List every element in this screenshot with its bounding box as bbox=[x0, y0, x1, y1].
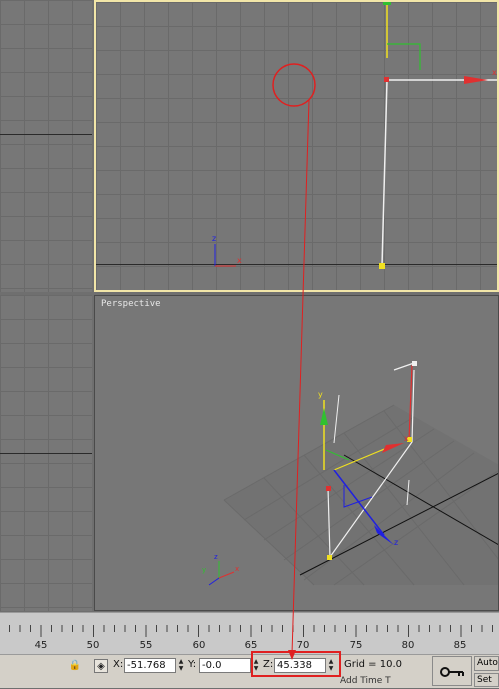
ruler-tick-label: 75 bbox=[349, 640, 363, 651]
left-top-viewport[interactable] bbox=[0, 0, 92, 292]
set-key-mode-button[interactable]: Set bbox=[474, 673, 499, 687]
pivot-point bbox=[384, 77, 389, 82]
gizmo-x-label: x bbox=[492, 68, 497, 77]
grid-major-line bbox=[0, 453, 92, 454]
ruler-tick-label: 65 bbox=[244, 640, 258, 651]
pivot-point bbox=[326, 486, 331, 491]
x-coord-field[interactable]: -51.768 bbox=[124, 658, 176, 673]
vertex-marker bbox=[379, 263, 385, 269]
gizmo-y-arrow bbox=[320, 408, 328, 425]
front-viewport[interactable]: x z x bbox=[94, 0, 499, 292]
left-bottom-viewport[interactable] bbox=[0, 295, 92, 611]
status-bar: 🔒 ◈ X: -51.768 ▲ ▼ Y: -0.0 ▲ ▼ Z: 45.338 ▲… bbox=[0, 654, 499, 688]
gizmo-plane-handle bbox=[387, 43, 421, 70]
y-coord-spinner[interactable]: ▲ ▼ bbox=[252, 658, 260, 673]
auto-key-button[interactable]: Auto bbox=[474, 656, 499, 671]
gizmo-z-label: z bbox=[394, 538, 398, 547]
z-coord-field[interactable]: 45.338 bbox=[274, 658, 326, 673]
axis-icon-z: z bbox=[214, 553, 218, 561]
ruler-tick-label: 55 bbox=[139, 640, 153, 651]
key-icon bbox=[440, 667, 464, 677]
perspective-viewport[interactable]: Perspective y x z z x y bbox=[94, 295, 499, 611]
axis-icon-y: y bbox=[202, 566, 206, 574]
gizmo-y-arrow bbox=[383, 2, 391, 5]
y-coord-label: Y: bbox=[188, 659, 197, 670]
perspective-scene: y x z z x y bbox=[202, 361, 498, 586]
x-coord-spinner[interactable]: ▲ ▼ bbox=[177, 658, 185, 673]
gizmo-x-arrow bbox=[464, 76, 488, 84]
front-viewport-scene: x z x bbox=[212, 2, 497, 269]
add-time-tag-text[interactable]: Add Time T bbox=[340, 676, 391, 686]
z-coord-label: Z: bbox=[263, 659, 274, 670]
z-coord-spinner[interactable]: ▲ ▼ bbox=[327, 658, 335, 673]
axis-icon-x: x bbox=[237, 256, 242, 265]
axis-icon-x: x bbox=[235, 565, 239, 573]
absolute-mode-icon[interactable]: ◈ bbox=[94, 659, 108, 673]
ruler-tick-label: 60 bbox=[192, 640, 206, 651]
ruler-tick-label: 50 bbox=[86, 640, 100, 651]
ruler-tick-label: 45 bbox=[34, 640, 48, 651]
x-coord-label: X: bbox=[113, 659, 124, 670]
ruler-tick-label: 80 bbox=[401, 640, 415, 651]
lock-icon[interactable]: 🔒 bbox=[68, 659, 82, 673]
perspective-grid bbox=[223, 404, 498, 586]
gizmo-x-label: x bbox=[404, 434, 409, 443]
set-key-button[interactable] bbox=[432, 656, 472, 686]
grid-size-text: Grid = 10.0 bbox=[344, 659, 402, 670]
ruler-tick-label: 85 bbox=[453, 640, 467, 651]
time-ruler[interactable]: 45 50 55 60 65 70 75 80 85 bbox=[0, 612, 499, 655]
grid-major-line bbox=[0, 134, 92, 135]
ruler-tick-label: 70 bbox=[296, 640, 310, 651]
object-line bbox=[381, 79, 388, 267]
vertex-marker bbox=[327, 555, 332, 560]
axis-icon-z: z bbox=[212, 234, 216, 243]
y-coord-field[interactable]: -0.0 bbox=[199, 658, 251, 673]
gizmo-y-label: y bbox=[318, 390, 323, 399]
